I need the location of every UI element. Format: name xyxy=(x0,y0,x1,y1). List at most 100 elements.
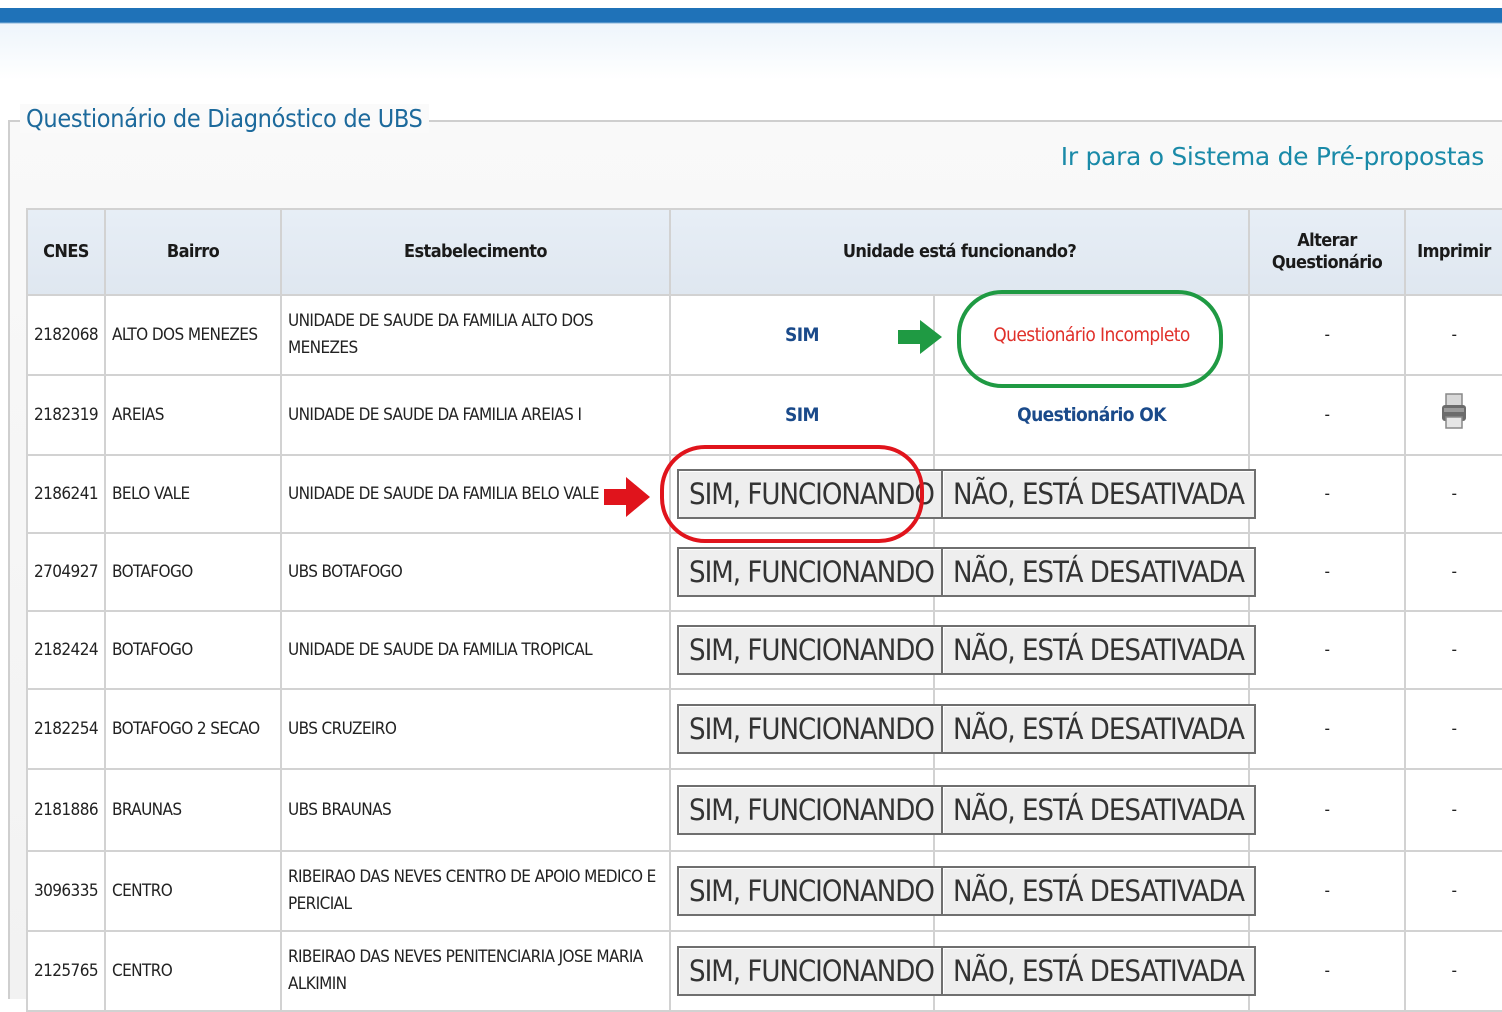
table-row: 2181886 BRAUNAS UBS BRAUNAS SIM, FUNCION… xyxy=(26,768,1502,852)
alterar-cell: - xyxy=(1248,850,1406,932)
sim-funcionando-button[interactable]: SIM, FUNCIONANDO xyxy=(677,625,946,675)
nao-desativada-button[interactable]: NÃO, ESTÁ DESATIVADA xyxy=(941,625,1256,675)
table-row: 2704927 BOTAFOGO UBS BOTAFOGO SIM, FUNCI… xyxy=(26,532,1502,612)
yes-cell: SIM, FUNCIONANDO xyxy=(669,930,946,1012)
header-alterar-line2: Questionário xyxy=(1271,252,1383,273)
answer-sim: SIM xyxy=(669,374,935,456)
estabelecimento-cell: UBS BOTAFOGO xyxy=(280,532,671,612)
alterar-cell: - xyxy=(1248,768,1406,852)
yes-cell: SIM, FUNCIONANDO xyxy=(669,454,946,534)
no-cell: NÃO, ESTÁ DESATIVADA xyxy=(933,454,1256,534)
header-alterar-line1: Alterar xyxy=(1297,230,1357,251)
yes-cell: SIM, FUNCIONANDO xyxy=(669,688,946,770)
cnes-cell: 2182424 xyxy=(26,610,106,690)
alterar-cell: - xyxy=(1248,454,1406,534)
status-incompleto-link[interactable]: Questionário Incompleto xyxy=(933,294,1250,376)
status-ok-link[interactable]: Questionário OK xyxy=(933,374,1250,456)
header-estabelecimento: Estabelecimento xyxy=(280,208,671,296)
alterar-cell: - xyxy=(1248,294,1406,376)
estabelecimento-cell: RIBEIRAO DAS NEVES PENITENCIARIA JOSE MA… xyxy=(280,930,671,1012)
nao-desativada-button[interactable]: NÃO, ESTÁ DESATIVADA xyxy=(941,469,1256,519)
nao-desativada-button[interactable]: NÃO, ESTÁ DESATIVADA xyxy=(941,704,1256,754)
table-row: 2182424 BOTAFOGO UNIDADE DE SAUDE DA FAM… xyxy=(26,610,1502,690)
sim-funcionando-button[interactable]: SIM, FUNCIONANDO xyxy=(677,785,946,835)
alterar-cell: - xyxy=(1248,374,1406,456)
header-alterar: Alterar Questionário xyxy=(1248,208,1406,296)
table-row: 2125765 CENTRO RIBEIRAO DAS NEVES PENITE… xyxy=(26,930,1502,1012)
no-cell: NÃO, ESTÁ DESATIVADA xyxy=(933,768,1256,852)
sim-funcionando-button[interactable]: SIM, FUNCIONANDO xyxy=(677,704,946,754)
sim-funcionando-button[interactable]: SIM, FUNCIONANDO xyxy=(677,946,946,996)
answer-sim: SIM xyxy=(669,294,935,376)
alterar-cell: - xyxy=(1248,610,1406,690)
bairro-cell: BOTAFOGO 2 SECAO xyxy=(104,688,282,770)
estabelecimento-cell: RIBEIRAO DAS NEVES CENTRO DE APOIO MEDIC… xyxy=(280,850,671,932)
imprimir-cell xyxy=(1404,374,1502,456)
page-title: Questionário de Diagnóstico de UBS xyxy=(20,104,429,133)
imprimir-cell: - xyxy=(1404,930,1502,1012)
estabelecimento-cell: UNIDADE DE SAUDE DA FAMILIA AREIAS I xyxy=(280,374,671,456)
estabelecimento-cell: UBS BRAUNAS xyxy=(280,768,671,852)
alterar-cell: - xyxy=(1248,532,1406,612)
cnes-cell: 2186241 xyxy=(26,454,106,534)
bairro-cell: BRAUNAS xyxy=(104,768,282,852)
header-cnes: CNES xyxy=(26,208,106,296)
bairro-cell: ALTO DOS MENEZES xyxy=(104,294,282,376)
pre-propostas-link[interactable]: Ir para o Sistema de Pré-propostas xyxy=(1061,142,1485,171)
table-row: 2182254 BOTAFOGO 2 SECAO UBS CRUZEIRO SI… xyxy=(26,688,1502,770)
table-row: 2182319 AREIAS UNIDADE DE SAUDE DA FAMIL… xyxy=(26,374,1502,456)
cnes-cell: 2182254 xyxy=(26,688,106,770)
cnes-cell: 2182068 xyxy=(26,294,106,376)
bairro-cell: BOTAFOGO xyxy=(104,532,282,612)
bairro-cell: CENTRO xyxy=(104,930,282,1012)
sim-funcionando-button[interactable]: SIM, FUNCIONANDO xyxy=(677,469,946,519)
cnes-cell: 2181886 xyxy=(26,768,106,852)
nao-desativada-button[interactable]: NÃO, ESTÁ DESATIVADA xyxy=(941,866,1256,916)
header-imprimir: Imprimir xyxy=(1404,208,1502,296)
yes-cell: SIM, FUNCIONANDO xyxy=(669,610,946,690)
cnes-cell: 2704927 xyxy=(26,532,106,612)
printer-icon[interactable] xyxy=(1439,390,1469,441)
imprimir-cell: - xyxy=(1404,532,1502,612)
nao-desativada-button[interactable]: NÃO, ESTÁ DESATIVADA xyxy=(941,785,1256,835)
estabelecimento-cell: UNIDADE DE SAUDE DA FAMILIA BELO VALE xyxy=(280,454,671,534)
no-cell: NÃO, ESTÁ DESATIVADA xyxy=(933,688,1256,770)
ubs-table: CNES Bairro Estabelecimento Unidade está… xyxy=(26,208,1502,1012)
imprimir-cell: - xyxy=(1404,610,1502,690)
yes-cell: SIM, FUNCIONANDO xyxy=(669,768,946,852)
header-funcionando: Unidade está funcionando? xyxy=(669,208,1250,296)
estabelecimento-cell: UBS CRUZEIRO xyxy=(280,688,671,770)
alterar-cell: - xyxy=(1248,688,1406,770)
yes-cell: SIM, FUNCIONANDO xyxy=(669,532,946,612)
cnes-cell: 3096335 xyxy=(26,850,106,932)
table-header-row: CNES Bairro Estabelecimento Unidade está… xyxy=(26,208,1502,296)
imprimir-cell: - xyxy=(1404,688,1502,770)
nao-desativada-button[interactable]: NÃO, ESTÁ DESATIVADA xyxy=(941,547,1256,597)
imprimir-cell: - xyxy=(1404,454,1502,534)
bairro-cell: BELO VALE xyxy=(104,454,282,534)
bairro-cell: BOTAFOGO xyxy=(104,610,282,690)
imprimir-cell: - xyxy=(1404,850,1502,932)
alterar-cell: - xyxy=(1248,930,1406,1012)
table-row: 2186241 BELO VALE UNIDADE DE SAUDE DA FA… xyxy=(26,454,1502,534)
header-bairro: Bairro xyxy=(104,208,282,296)
no-cell: NÃO, ESTÁ DESATIVADA xyxy=(933,930,1256,1012)
cnes-cell: 2182319 xyxy=(26,374,106,456)
cnes-cell: 2125765 xyxy=(26,930,106,1012)
sim-funcionando-button[interactable]: SIM, FUNCIONANDO xyxy=(677,547,946,597)
nao-desativada-button[interactable]: NÃO, ESTÁ DESATIVADA xyxy=(941,946,1256,996)
top-header-bar xyxy=(0,0,1502,80)
yes-cell: SIM, FUNCIONANDO xyxy=(669,850,946,932)
table-row: 2182068 ALTO DOS MENEZES UNIDADE DE SAUD… xyxy=(26,294,1502,376)
imprimir-cell: - xyxy=(1404,294,1502,376)
sim-funcionando-button[interactable]: SIM, FUNCIONANDO xyxy=(677,866,946,916)
no-cell: NÃO, ESTÁ DESATIVADA xyxy=(933,850,1256,932)
bairro-cell: CENTRO xyxy=(104,850,282,932)
no-cell: NÃO, ESTÁ DESATIVADA xyxy=(933,610,1256,690)
no-cell: NÃO, ESTÁ DESATIVADA xyxy=(933,532,1256,612)
bairro-cell: AREIAS xyxy=(104,374,282,456)
imprimir-cell: - xyxy=(1404,768,1502,852)
estabelecimento-cell: UNIDADE DE SAUDE DA FAMILIA TROPICAL xyxy=(280,610,671,690)
estabelecimento-cell: UNIDADE DE SAUDE DA FAMILIA ALTO DOS MEN… xyxy=(280,294,671,376)
table-row: 3096335 CENTRO RIBEIRAO DAS NEVES CENTRO… xyxy=(26,850,1502,932)
